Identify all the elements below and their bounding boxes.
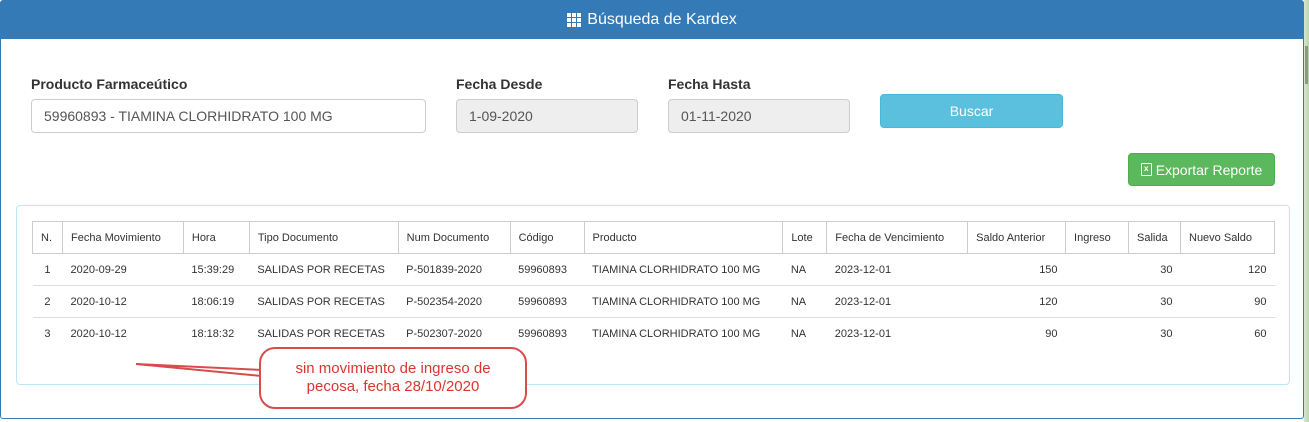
table-cell: 59960893 <box>510 317 585 350</box>
column-header: Código <box>509 221 585 254</box>
excel-file-icon: x <box>1140 163 1152 176</box>
table-cell: 30 <box>1128 317 1181 350</box>
table-cell <box>1065 317 1129 350</box>
scrollbar-thumb[interactable] <box>1305 46 1308 84</box>
column-header: Saldo Anterior <box>967 221 1067 254</box>
table-cell: TIAMINA CLORHIDRATO 100 MG <box>584 317 783 350</box>
table-cell: 90 <box>967 317 1066 350</box>
table-cell: 90 <box>1180 285 1275 318</box>
grid-icon <box>567 13 582 27</box>
fecha-hasta-input[interactable]: 01-11-2020 <box>668 99 850 133</box>
exportar-label: Exportar Reporte <box>1155 161 1263 178</box>
table-cell: 120 <box>967 285 1066 318</box>
table-cell: 30 <box>1128 253 1181 286</box>
table-cell: NA <box>782 285 827 318</box>
table-cell: NA <box>782 253 827 286</box>
table-cell: 2023-12-01 <box>826 285 968 318</box>
annotation-callout: sin movimiento de ingreso de pecosa, fec… <box>259 347 527 409</box>
table-cell: TIAMINA CLORHIDRATO 100 MG <box>584 253 783 286</box>
table-cell: 150 <box>967 253 1066 286</box>
table-cell: 60 <box>1180 317 1275 350</box>
table-cell <box>1065 285 1129 318</box>
annotation-pointer <box>135 363 263 378</box>
exportar-reporte-button[interactable]: x Exportar Reporte <box>1128 153 1275 186</box>
page-title: Búsqueda de Kardex <box>587 11 737 28</box>
table-cell: P-502354-2020 <box>398 285 511 318</box>
column-header: Lote <box>782 221 828 254</box>
column-header: Fecha de Vencimiento <box>826 221 969 254</box>
table-cell <box>1065 253 1129 286</box>
fecha-desde-label: Fecha Desde <box>456 76 543 92</box>
table-cell: P-502307-2020 <box>398 317 511 350</box>
fecha-desde-input[interactable]: 1-09-2020 <box>456 99 638 133</box>
buscar-label: Buscar <box>949 103 994 119</box>
table-cell: 120 <box>1180 253 1275 286</box>
column-header: Salida <box>1128 221 1181 254</box>
column-header: Producto <box>583 221 784 254</box>
buscar-button[interactable]: Buscar <box>880 94 1063 128</box>
table-cell: NA <box>782 317 827 350</box>
column-header: Ingreso <box>1065 221 1130 254</box>
table-cell: P-501839-2020 <box>398 253 511 286</box>
table-cell: 30 <box>1128 285 1181 318</box>
table-cell: 2023-12-01 <box>826 317 968 350</box>
table-cell: 59960893 <box>510 253 585 286</box>
annotation-line-2: pecosa, fecha 28/10/2020 <box>306 378 480 395</box>
fecha-hasta-label: Fecha Hasta <box>668 76 751 92</box>
column-header: Num Documento <box>397 221 511 254</box>
table-cell: 59960893 <box>510 285 585 318</box>
column-header: Nuevo Saldo <box>1180 221 1275 254</box>
window-scrollbar[interactable] <box>1304 0 1309 422</box>
table-cell: 2023-12-01 <box>826 253 968 286</box>
table-cell: TIAMINA CLORHIDRATO 100 MG <box>584 285 783 318</box>
annotation-line-1: sin movimiento de ingreso de <box>295 360 491 377</box>
